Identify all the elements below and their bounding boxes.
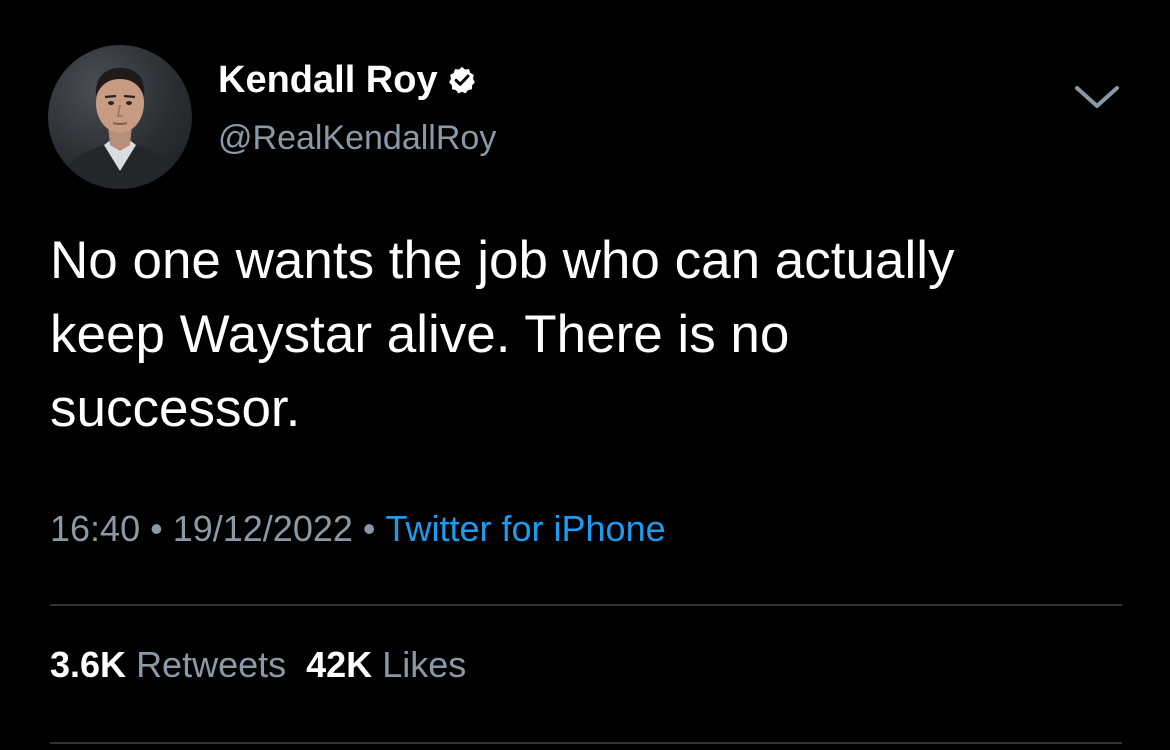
retweets-count: 3.6K (50, 644, 127, 685)
likes-label: Likes (382, 644, 467, 685)
tweet-source-link[interactable]: Twitter for iPhone (386, 508, 666, 549)
likes-stat[interactable]: 42K Likes (306, 644, 466, 685)
tweet-time: 16:40 (50, 508, 141, 549)
tweet-stats: 3.6K Retweets 42K Likes (50, 642, 466, 688)
divider (50, 604, 1122, 606)
divider (50, 742, 1122, 744)
retweets-stat[interactable]: 3.6K Retweets (50, 644, 286, 685)
chevron-down-icon[interactable] (1072, 82, 1122, 112)
likes-count: 42K (306, 644, 373, 685)
meta-separator: • (362, 508, 376, 549)
avatar-image (58, 67, 182, 189)
tweet-text: No one wants the job who can actually ke… (50, 231, 955, 438)
tweet-card: Kendall Roy @RealKendallRoy No one wants… (0, 0, 1170, 750)
tweet-date: 19/12/2022 (172, 508, 353, 549)
retweets-label: Retweets (136, 644, 287, 685)
tweet-meta: 16:40 • 19/12/2022 • Twitter for iPhone (50, 506, 666, 552)
meta-separator: • (150, 508, 163, 549)
author-handle[interactable]: @RealKendallRoy (218, 116, 496, 160)
author-name-row[interactable]: Kendall Roy (218, 58, 477, 102)
avatar[interactable] (48, 45, 192, 189)
display-name[interactable]: Kendall Roy (218, 58, 438, 102)
verified-badge-icon (448, 66, 475, 94)
